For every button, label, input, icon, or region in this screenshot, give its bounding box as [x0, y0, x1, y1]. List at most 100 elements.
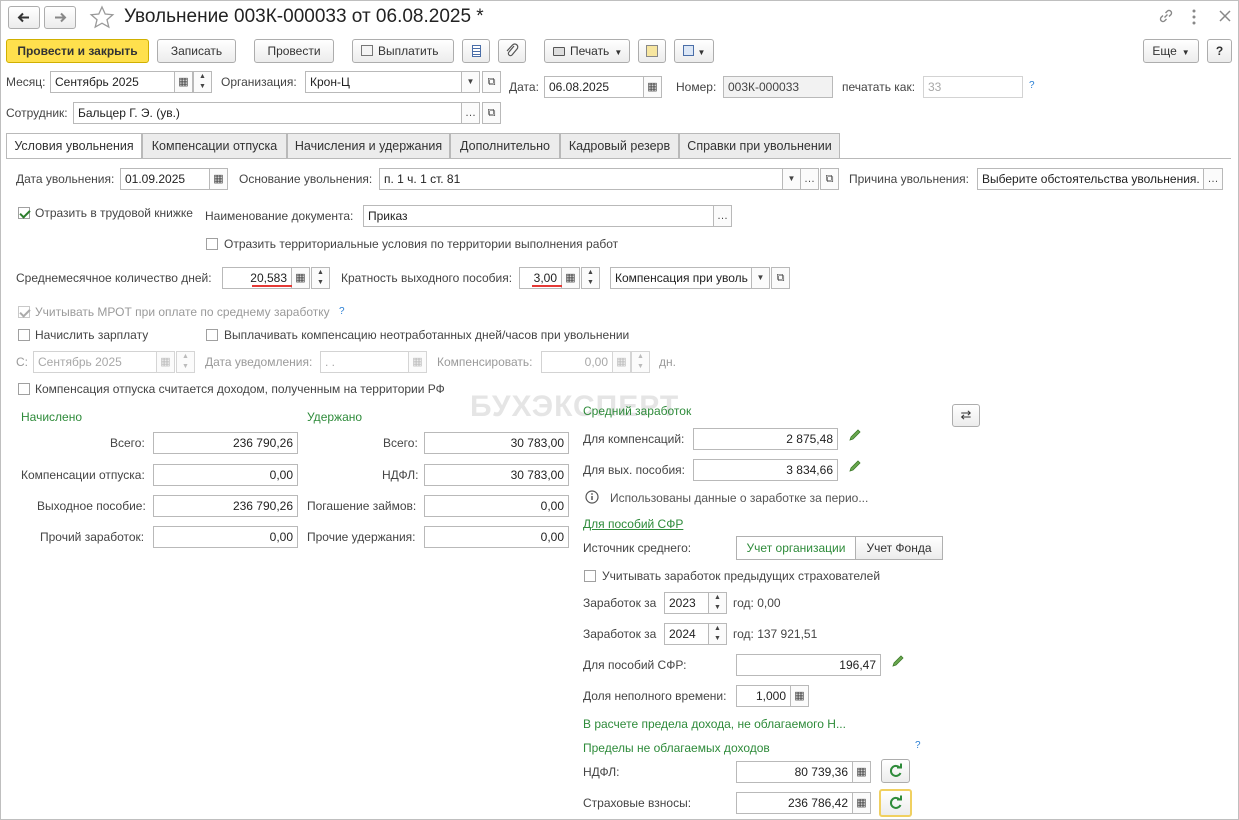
dismissal-date-calendar-button[interactable]: ▦: [209, 168, 228, 190]
print-as-field[interactable]: 33: [923, 76, 1023, 98]
tab-personnel-reserve[interactable]: Кадровый резерв: [560, 133, 679, 158]
reason-select-button[interactable]: …: [1203, 168, 1223, 190]
limit-ndfl-refresh-button[interactable]: [881, 759, 910, 783]
source-fund-toggle[interactable]: Учет Фонда: [855, 536, 943, 560]
basis-open-button[interactable]: ⧉: [820, 168, 839, 190]
tab-additional[interactable]: Дополнительно: [450, 133, 560, 158]
basis-dropdown[interactable]: ▼: [782, 168, 801, 190]
workbook-checkbox[interactable]: [18, 207, 30, 219]
compensation-type-dropdown[interactable]: ▼: [751, 267, 770, 289]
structure-button[interactable]: [638, 39, 666, 63]
tab-accruals-deductions[interactable]: Начисления и удержания: [287, 133, 450, 158]
notice-date-calendar-button[interactable]: ▦: [408, 351, 427, 373]
structure-icon: [646, 45, 658, 57]
compensate-stepper[interactable]: ▲ ▼: [631, 351, 650, 373]
doc-name-field[interactable]: Приказ: [363, 205, 714, 227]
help-button[interactable]: ?: [1207, 39, 1232, 63]
organization-dropdown[interactable]: ▼: [461, 71, 480, 93]
dismissal-date-field[interactable]: 01.09.2025: [120, 168, 210, 190]
earnings-year1-field[interactable]: 2023: [664, 592, 709, 614]
save-button[interactable]: Записать: [157, 39, 236, 63]
more-button[interactable]: Еще ▼: [1143, 39, 1199, 63]
from-calendar-button[interactable]: ▦: [156, 351, 175, 373]
employee-open-button[interactable]: ⧉: [482, 102, 501, 124]
notice-date-field[interactable]: . .: [320, 351, 409, 373]
journal-button[interactable]: [462, 39, 490, 63]
reason-field[interactable]: Выберите обстоятельства увольнения.: [977, 168, 1204, 190]
close-icon[interactable]: [1218, 9, 1232, 23]
earnings-year1-stepper[interactable]: ▲ ▼: [708, 592, 727, 614]
limit-insurance-calculator-button[interactable]: ▦: [852, 792, 871, 814]
back-button[interactable]: [8, 6, 40, 29]
help-question-icon[interactable]: ?: [1029, 80, 1035, 91]
print-button[interactable]: Печать ▼: [544, 39, 630, 63]
organization-field[interactable]: Крон-Ц: [305, 71, 462, 93]
employee-select-button[interactable]: …: [461, 102, 480, 124]
create-based-icon: [682, 45, 694, 56]
month-stepper[interactable]: ▲ ▼: [193, 71, 212, 93]
month-calendar-button[interactable]: ▦: [174, 71, 193, 93]
tab-vacation-compensation[interactable]: Компенсации отпуска: [142, 133, 287, 158]
basis-field[interactable]: п. 1 ч. 1 ст. 81: [379, 168, 783, 190]
menu-dots-icon[interactable]: [1190, 8, 1198, 26]
basis-select-button[interactable]: …: [800, 168, 819, 190]
favorite-star-icon[interactable]: [89, 5, 115, 29]
date-field[interactable]: 06.08.2025: [544, 76, 644, 98]
help-question-icon[interactable]: ?: [915, 740, 921, 751]
rf-income-checkbox[interactable]: [18, 383, 30, 395]
pay-unworked-checkbox[interactable]: [206, 329, 218, 341]
limit-ndfl-field[interactable]: 80 739,36: [736, 761, 853, 783]
link-icon[interactable]: [1157, 7, 1175, 25]
organization-open-button[interactable]: ⧉: [482, 71, 501, 93]
from-stepper[interactable]: ▲ ▼: [176, 351, 195, 373]
avg-days-stepper[interactable]: ▲ ▼: [311, 267, 330, 289]
edit-pencil-icon[interactable]: [848, 428, 862, 442]
dismissal-date-label: Дата увольнения:: [16, 172, 115, 186]
forward-button[interactable]: [44, 6, 76, 29]
info-text[interactable]: Использованы данные о заработке за перио…: [610, 491, 868, 505]
tab-dismissal-conditions[interactable]: Условия увольнения: [6, 133, 142, 159]
territorial-checkbox[interactable]: [206, 238, 218, 250]
date-calendar-button[interactable]: ▦: [643, 76, 662, 98]
avg-days-calculator-button[interactable]: ▦: [291, 267, 310, 289]
limit-insurance-field[interactable]: 236 786,42: [736, 792, 853, 814]
sfr-link[interactable]: Для пособий СФР: [583, 517, 683, 531]
pay-button[interactable]: Выплатить: [352, 39, 454, 63]
arrow-left-icon: [17, 12, 29, 23]
compensation-type-open-button[interactable]: ⧉: [771, 267, 790, 289]
prev-insurers-checkbox[interactable]: [584, 570, 596, 582]
withheld-title: Удержано: [307, 410, 363, 424]
attach-button[interactable]: [498, 39, 526, 63]
severance-mult-calculator-button[interactable]: ▦: [561, 267, 580, 289]
earnings-year2-field[interactable]: 2024: [664, 623, 709, 645]
source-org-toggle[interactable]: Учет организации: [736, 536, 856, 560]
from-field[interactable]: Сентябрь 2025: [33, 351, 157, 373]
edit-pencil-icon[interactable]: [848, 459, 862, 473]
compensation-type-field[interactable]: Компенсация при уволь: [610, 267, 752, 289]
accrued-other-field: 0,00: [153, 526, 298, 548]
month-field[interactable]: Сентябрь 2025: [50, 71, 175, 93]
limit-insurance-refresh-button[interactable]: [879, 789, 912, 817]
employee-field[interactable]: Бальцер Г. Э. (ув.): [73, 102, 462, 124]
earnings-year2-stepper[interactable]: ▲ ▼: [708, 623, 727, 645]
compensate-field[interactable]: 0,00: [541, 351, 613, 373]
part-time-field[interactable]: 1,000: [736, 685, 791, 707]
create-based-button[interactable]: ▼: [674, 39, 714, 63]
help-question-icon[interactable]: ?: [339, 306, 345, 317]
arrow-right-icon: [55, 12, 67, 23]
limit-ndfl-label: НДФЛ:: [583, 765, 620, 779]
refresh-avg-button[interactable]: ⇄: [952, 404, 980, 427]
mrot-checkbox[interactable]: [18, 306, 30, 318]
for-severance-field: 3 834,66: [693, 459, 838, 481]
post-and-close-button[interactable]: Провести и закрыть: [6, 39, 149, 63]
doc-name-select-button[interactable]: …: [713, 205, 732, 227]
compensate-calculator-button[interactable]: ▦: [612, 351, 631, 373]
tab-dismissal-certificates[interactable]: Справки при увольнении: [679, 133, 840, 158]
pay-unworked-label: Выплачивать компенсацию неотработанных д…: [224, 328, 630, 342]
severance-mult-stepper[interactable]: ▲ ▼: [581, 267, 600, 289]
part-time-calculator-button[interactable]: ▦: [790, 685, 809, 707]
limit-ndfl-calculator-button[interactable]: ▦: [852, 761, 871, 783]
post-button[interactable]: Провести: [254, 39, 334, 63]
accrue-salary-checkbox[interactable]: [18, 329, 30, 341]
edit-pencil-icon[interactable]: [891, 654, 905, 668]
